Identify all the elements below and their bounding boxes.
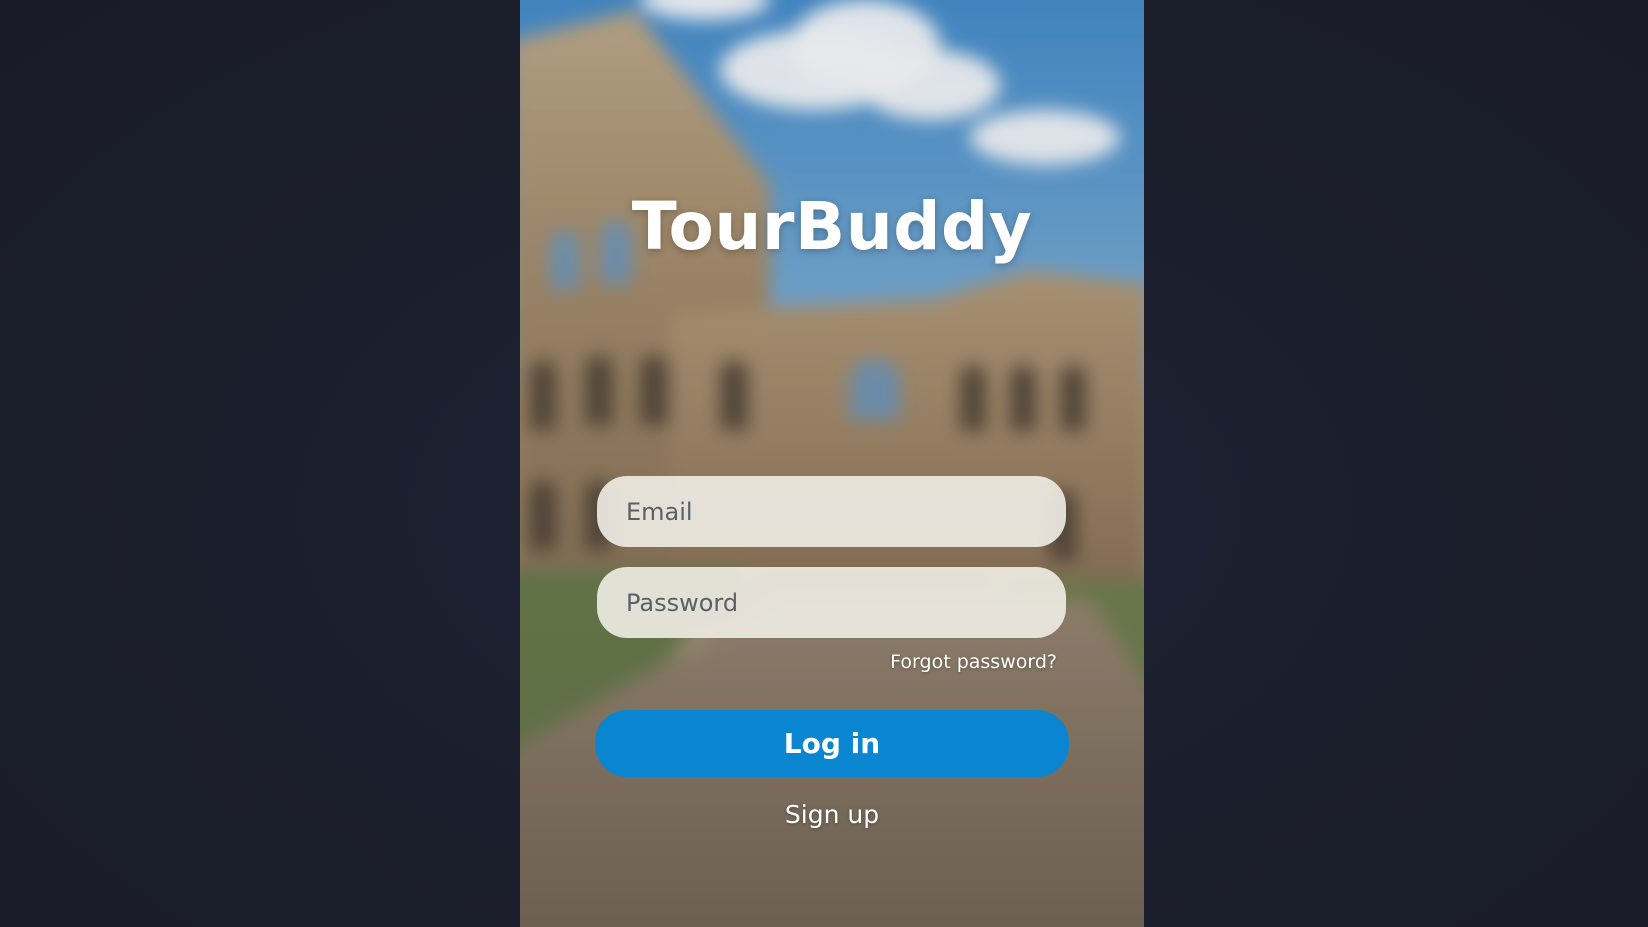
- email-field[interactable]: [597, 476, 1066, 547]
- email-input[interactable]: [624, 496, 1039, 527]
- forgot-password-link[interactable]: Forgot password?: [890, 651, 1057, 673]
- app-backdrop: TourBuddy Forgot password? Log in Sign u…: [0, 0, 1648, 927]
- signup-container: Sign up: [520, 800, 1144, 829]
- login-screen: TourBuddy Forgot password? Log in Sign u…: [520, 0, 1144, 927]
- password-input[interactable]: [624, 587, 1039, 618]
- app-title: TourBuddy: [631, 188, 1033, 265]
- background-overlay: [520, 0, 1144, 927]
- signup-link[interactable]: Sign up: [785, 800, 879, 829]
- login-button[interactable]: Log in: [595, 710, 1069, 777]
- password-field[interactable]: [597, 567, 1066, 638]
